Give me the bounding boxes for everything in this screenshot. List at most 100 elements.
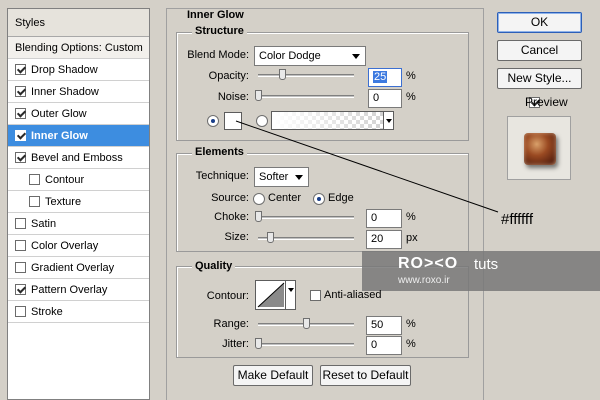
contour-label: Contour: — [206, 290, 249, 302]
style-item-label: Contour — [45, 174, 85, 186]
style-checkbox[interactable] — [15, 130, 26, 141]
size-label: Size: — [224, 231, 249, 243]
chevron-down-icon — [295, 175, 303, 180]
structure-title: Structure — [192, 25, 247, 37]
blend-mode-label: Blend Mode: — [187, 49, 249, 61]
anti-aliased-checkbox[interactable] — [310, 290, 321, 301]
noise-label: Noise: — [217, 91, 249, 103]
chevron-down-icon — [352, 54, 360, 59]
style-checkbox[interactable] — [29, 196, 40, 207]
style-item-label: Texture — [45, 196, 82, 208]
style-checkbox[interactable] — [15, 64, 26, 75]
glow-color-swatch[interactable] — [224, 112, 242, 130]
choke-input[interactable]: 0 — [366, 209, 402, 228]
opacity-slider-thumb[interactable] — [279, 69, 286, 80]
choke-slider-track[interactable] — [258, 216, 354, 219]
style-checkbox[interactable] — [15, 218, 26, 229]
choke-unit: % — [406, 211, 416, 223]
size-slider-thumb[interactable] — [267, 232, 274, 243]
source-edge-radio[interactable] — [313, 193, 325, 205]
jitter-slider-track[interactable] — [258, 343, 354, 346]
style-item-label: Outer Glow — [31, 108, 87, 120]
contour-picker[interactable] — [255, 280, 296, 310]
style-item-label: Pattern Overlay — [31, 284, 108, 296]
style-item-outer-glow[interactable]: Outer Glow — [8, 103, 149, 125]
cancel-button[interactable]: Cancel — [497, 40, 582, 61]
gradient-picker[interactable] — [271, 111, 394, 130]
jitter-label: Jitter: — [222, 338, 249, 350]
style-checkbox[interactable] — [15, 306, 26, 317]
opacity-slider-track[interactable] — [258, 74, 354, 77]
reset-to-default-button[interactable]: Reset to Default — [320, 365, 411, 386]
ok-button[interactable]: OK — [497, 12, 582, 33]
preview-thumbnail — [507, 116, 571, 180]
style-checkbox[interactable] — [15, 86, 26, 97]
size-input[interactable]: 20 — [366, 230, 402, 249]
style-item-inner-glow[interactable]: Inner Glow — [8, 125, 149, 147]
opacity-label: Opacity: — [208, 70, 249, 82]
blend-mode-value: Color Dodge — [259, 50, 321, 62]
style-checkbox[interactable] — [29, 174, 40, 185]
style-item-label: Gradient Overlay — [31, 262, 115, 274]
style-item-label: Inner Glow — [31, 130, 88, 142]
style-item-label: Inner Shadow — [31, 86, 99, 98]
range-label: Range: — [213, 318, 249, 330]
style-item-bevel-and-emboss[interactable]: Bevel and Emboss — [8, 147, 149, 169]
style-item-satin[interactable]: Satin — [8, 213, 149, 235]
style-item-color-overlay[interactable]: Color Overlay — [8, 235, 149, 257]
choke-label: Choke: — [214, 211, 249, 223]
source-edge-label: Edge — [328, 192, 354, 204]
style-item-label: Bevel and Emboss — [31, 152, 123, 164]
technique-value: Softer — [259, 171, 289, 183]
contour-curve-icon — [257, 282, 285, 308]
style-checkbox[interactable] — [15, 108, 26, 119]
elements-title: Elements — [192, 146, 247, 158]
style-checkbox[interactable] — [15, 240, 26, 251]
source-label: Source: — [211, 192, 249, 204]
source-center-radio[interactable] — [253, 193, 265, 205]
range-slider-thumb[interactable] — [303, 318, 310, 329]
styles-panel-title: Styles — [8, 9, 149, 37]
choke-slider-thumb[interactable] — [255, 211, 262, 222]
range-input[interactable]: 50 — [366, 316, 402, 335]
gradient-radio[interactable] — [256, 115, 268, 127]
style-item-label: Satin — [31, 218, 57, 230]
jitter-slider-thumb[interactable] — [255, 338, 262, 349]
style-item-inner-shadow[interactable]: Inner Shadow — [8, 81, 149, 103]
anti-aliased-label: Anti-aliased — [324, 289, 382, 301]
opacity-input[interactable]: 25 — [368, 68, 402, 87]
contour-dropdown-icon[interactable] — [285, 281, 295, 309]
preview-label: Preview — [525, 95, 568, 109]
blend-mode-select[interactable]: Color Dodge — [254, 46, 366, 66]
style-checkbox[interactable] — [15, 284, 26, 295]
style-item-texture[interactable]: Texture — [8, 191, 149, 213]
watermark-url: www.roxo.ir — [398, 275, 450, 286]
make-default-button[interactable]: Make Default — [233, 365, 313, 386]
style-item-contour[interactable]: Contour — [8, 169, 149, 191]
noise-input[interactable]: 0 — [368, 89, 402, 108]
gradient-dropdown-icon[interactable] — [383, 112, 393, 129]
styles-panel: Styles Blending Options: Custom Drop Sha… — [7, 8, 150, 400]
annotation-color-label: #ffffff — [501, 211, 533, 228]
opacity-unit: % — [406, 70, 416, 82]
watermark-band: RO><O tuts www.roxo.ir — [362, 251, 600, 291]
watermark-brand: RO><O — [398, 255, 459, 272]
new-style-button[interactable]: New Style... — [497, 68, 582, 89]
jitter-input[interactable]: 0 — [366, 336, 402, 355]
style-item-gradient-overlay[interactable]: Gradient Overlay — [8, 257, 149, 279]
style-item-label: Drop Shadow — [31, 64, 98, 76]
style-item-pattern-overlay[interactable]: Pattern Overlay — [8, 279, 149, 301]
style-item-label: Color Overlay — [31, 240, 99, 252]
style-checkbox[interactable] — [15, 152, 26, 163]
style-item-drop-shadow[interactable]: Drop Shadow — [8, 59, 149, 81]
style-list: Drop Shadow Inner Shadow Outer Glow Inner G… — [8, 59, 149, 323]
noise-slider-track[interactable] — [258, 95, 354, 98]
opacity-value: 25 — [373, 71, 388, 83]
technique-select[interactable]: Softer — [254, 167, 309, 187]
blending-options-item[interactable]: Blending Options: Custom — [8, 37, 149, 59]
style-checkbox[interactable] — [15, 262, 26, 273]
noise-slider-thumb[interactable] — [255, 90, 262, 101]
solid-color-radio[interactable] — [207, 115, 219, 127]
size-unit: px — [406, 232, 418, 244]
style-item-stroke[interactable]: Stroke — [8, 301, 149, 323]
